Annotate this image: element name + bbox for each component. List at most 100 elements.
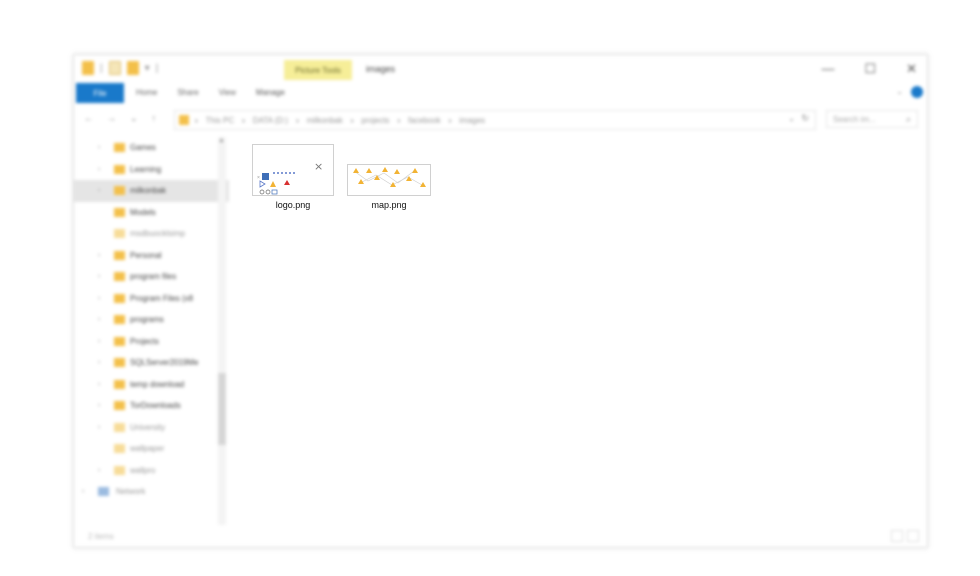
nav-scrollbar[interactable]: ▲: [218, 137, 226, 525]
ribbon-tabs: File Home Share View Manage ⌄: [74, 83, 927, 105]
crumb-separator: ›: [350, 115, 354, 125]
tab-file[interactable]: File: [76, 83, 124, 103]
sidebar-item-projects[interactable]: › Projects: [74, 331, 229, 353]
breadcrumb-item[interactable]: projects: [361, 116, 389, 125]
breadcrumb-item[interactable]: images: [459, 116, 485, 125]
expand-icon[interactable]: ›: [98, 424, 100, 431]
expand-icon[interactable]: ›: [98, 252, 100, 259]
up-button[interactable]: ↑: [152, 113, 157, 124]
tab-manage[interactable]: Manage: [256, 88, 285, 97]
sidebar-item-label: SQLServer2019Me: [130, 358, 199, 368]
logo-thumbnail-image: × ×: [257, 160, 323, 195]
expand-icon[interactable]: ›: [98, 273, 100, 280]
address-row: ← → ⌄ ↑ › This PC › DATA (D:) › milkonba…: [74, 107, 927, 131]
expand-icon[interactable]: ›: [82, 488, 84, 495]
crumb-separator: ›: [242, 115, 245, 125]
forward-button[interactable]: →: [107, 113, 116, 124]
expand-icon[interactable]: ›: [98, 467, 100, 474]
scroll-up-icon[interactable]: ▲: [218, 137, 225, 144]
tab-view[interactable]: View: [219, 88, 236, 97]
sidebar-item-learning[interactable]: › Learning: [74, 159, 229, 181]
large-icons-view-icon[interactable]: [907, 530, 919, 542]
navigation-pane: › Games › Learning › milkonbak Models msdbu…: [74, 137, 229, 527]
folder-icon: [114, 229, 125, 239]
expand-icon[interactable]: ›: [98, 359, 100, 366]
sidebar-item-university[interactable]: › University: [74, 417, 229, 439]
details-view-icon[interactable]: [891, 530, 903, 542]
sidebar-item-tordownloads[interactable]: › TorDownloads: [74, 395, 229, 417]
breadcrumb-item[interactable]: facebook: [408, 116, 440, 125]
sidebar-item-msdbuocklsimp[interactable]: msdbuocklsimp: [74, 223, 229, 245]
new-folder-icon[interactable]: [126, 61, 139, 75]
expand-icon[interactable]: ›: [98, 402, 100, 409]
chevron-down-icon[interactable]: ⌄: [896, 87, 903, 96]
sidebar-item-label: University: [130, 422, 166, 432]
tab-home[interactable]: Home: [136, 88, 157, 97]
sidebar-item-temp-download[interactable]: › temp download: [74, 374, 229, 396]
folder-icon: [114, 315, 125, 325]
sidebar-item-wallpro[interactable]: › wallpro: [74, 460, 229, 482]
crumb-separator: ›: [296, 115, 299, 125]
breadcrumb-item[interactable]: This PC: [206, 116, 234, 125]
folder-icon: [114, 358, 125, 368]
refresh-icon[interactable]: ↻: [801, 113, 809, 124]
back-button[interactable]: ←: [84, 113, 93, 124]
address-bar[interactable]: › This PC › DATA (D:) › milkonbak › proj…: [174, 110, 816, 130]
expand-icon[interactable]: ›: [98, 144, 100, 151]
sidebar-item-models[interactable]: Models: [74, 202, 229, 224]
search-placeholder: Search im...: [833, 114, 876, 124]
sidebar-item-milkonbak[interactable]: › milkonbak: [74, 180, 229, 202]
sidebar-item-label: wallpaper: [130, 444, 165, 454]
sidebar-item-label: msdbuocklsimp: [130, 229, 186, 239]
minimize-button[interactable]: —: [821, 61, 834, 77]
customize-dropdown-icon[interactable]: ▾: [145, 63, 150, 74]
expand-icon[interactable]: ›: [98, 187, 100, 194]
folder-icon: [114, 143, 125, 153]
chevron-down-icon[interactable]: ⌄: [788, 114, 795, 123]
search-icon: ⌕: [905, 114, 911, 124]
folder-icon: [114, 401, 125, 411]
folder-icon: [114, 293, 125, 303]
sidebar-item-games[interactable]: › Games: [74, 137, 229, 159]
close-button[interactable]: ✕: [906, 61, 917, 77]
breadcrumb-item[interactable]: milkonbak: [307, 116, 343, 125]
sidebar-item-programs[interactable]: › programs: [74, 309, 229, 331]
scrollbar-thumb[interactable]: [218, 373, 226, 445]
toolbar-divider: |: [100, 62, 103, 74]
sidebar-item-label: wallpro: [130, 465, 156, 475]
properties-icon[interactable]: [108, 61, 121, 75]
sidebar-item-label: Models: [130, 207, 156, 217]
expand-icon[interactable]: ›: [98, 316, 100, 323]
file-list: × × logo.png map.png: [233, 136, 913, 526]
sidebar-item-label: Learning: [130, 164, 162, 174]
expand-icon[interactable]: ›: [98, 166, 100, 173]
sidebar-item-personal[interactable]: › Personal: [74, 245, 229, 267]
file-name: logo.png: [275, 200, 311, 210]
sidebar-item-label: program files: [130, 272, 177, 282]
breadcrumb-item[interactable]: DATA (D:): [253, 116, 288, 125]
sidebar-item-label: programs: [130, 315, 164, 325]
thumbnail: [347, 164, 431, 196]
recent-locations-button[interactable]: ⌄: [130, 113, 138, 124]
search-input[interactable]: Search im... ⌕: [826, 110, 918, 128]
expand-icon[interactable]: ›: [98, 295, 100, 302]
file-item-map[interactable]: map.png: [343, 144, 435, 210]
folder-icon: [114, 186, 125, 196]
crumb-separator: ›: [448, 115, 452, 125]
sidebar-item-network[interactable]: › Network: [74, 481, 229, 503]
folder-icon: [114, 465, 125, 475]
sidebar-item-sqlserver[interactable]: › SQLServer2019Me: [74, 352, 229, 374]
quick-access-toolbar: | ▾ |: [82, 61, 158, 75]
expand-icon[interactable]: ›: [98, 338, 100, 345]
sidebar-item-label: Games: [130, 143, 156, 153]
expand-icon[interactable]: ›: [98, 381, 100, 388]
sidebar-item-program-files-x86[interactable]: › Program Files (x8: [74, 288, 229, 310]
sidebar-item-program-files[interactable]: › program files: [74, 266, 229, 288]
maximize-button[interactable]: ☐: [864, 61, 876, 77]
folder-icon: [82, 61, 94, 75]
sidebar-item-wallpaper[interactable]: wallpaper: [74, 438, 229, 460]
file-item-logo[interactable]: × × logo.png: [247, 144, 339, 210]
tab-share[interactable]: Share: [177, 88, 198, 97]
contextual-tab-picture-tools: Picture Tools: [284, 60, 352, 80]
help-icon[interactable]: [911, 86, 923, 98]
